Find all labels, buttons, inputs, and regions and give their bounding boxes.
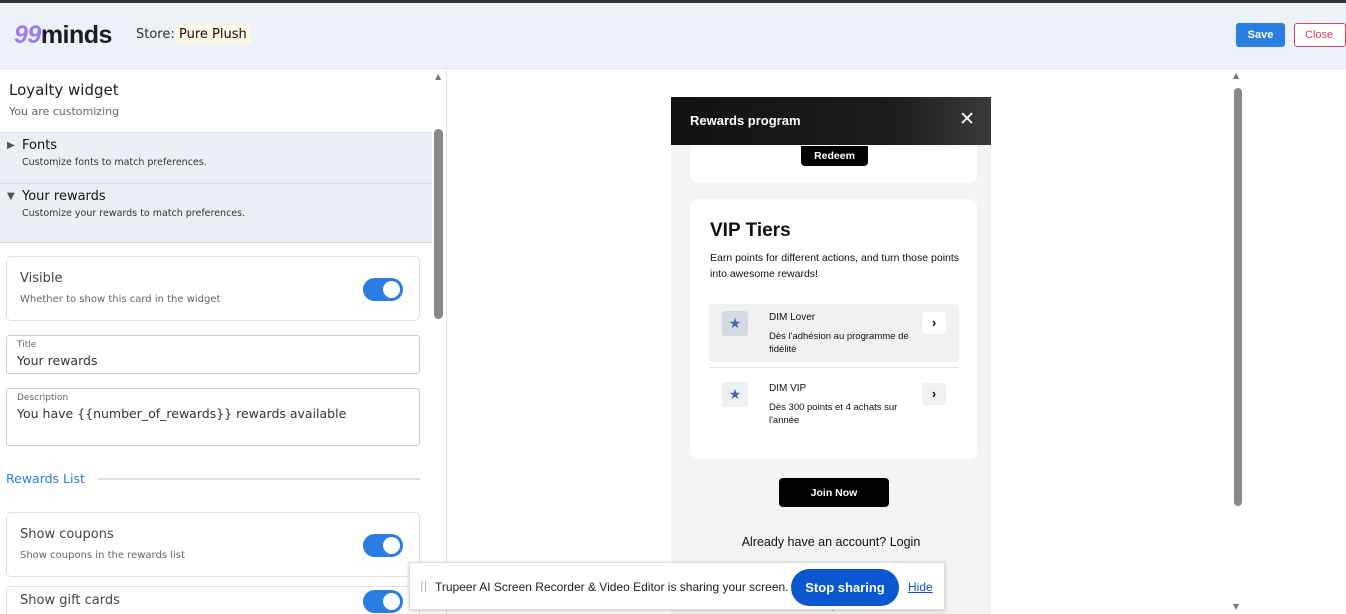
logo: 99minds <box>14 21 112 50</box>
section-title: Fonts <box>22 138 58 153</box>
panel-title: Loyalty widget <box>9 81 119 99</box>
logo-mark: 99 <box>14 21 41 49</box>
description-field-label: Description <box>17 393 69 403</box>
scroll-up-arrow[interactable]: ▲ <box>1233 72 1239 80</box>
title-field-value[interactable]: Your rewards <box>17 353 97 368</box>
store-name: Pure Plush <box>175 25 251 44</box>
close-icon[interactable]: ✕ <box>959 108 975 130</box>
vip-title: VIP Tiers <box>710 220 791 241</box>
app-header: 99minds Store: Pure Plush Save Close <box>0 3 1346 69</box>
login-link[interactable]: Already have an account? Login <box>671 535 991 549</box>
visible-label: Visible <box>20 271 63 286</box>
tier-name: DIM VIP <box>769 383 807 394</box>
left-scrollbar[interactable] <box>434 129 443 319</box>
scroll-down-arrow[interactable]: ▼ <box>1233 603 1239 611</box>
show-gift-cards-toggle[interactable] <box>363 590 403 613</box>
chevron-right-icon[interactable]: › <box>922 312 946 334</box>
section-your-rewards[interactable]: ▼ Your rewards Customize your rewards to… <box>0 183 432 243</box>
show-coupons-card: Show coupons Show coupons in the rewards… <box>6 512 420 577</box>
vip-desc: Earn points for different actions, and t… <box>710 252 960 280</box>
widget-title: Rewards program <box>690 113 801 128</box>
close-button[interactable]: Close <box>1294 23 1346 47</box>
widget-header: Rewards program ✕ <box>671 97 991 145</box>
screen-share-bar: || Trupeer AI Screen Recorder & Video Ed… <box>409 562 945 610</box>
show-coupons-desc: Show coupons in the rewards list <box>20 550 185 561</box>
star-icon: ★ <box>722 311 748 336</box>
description-field-value[interactable]: You have {{number_of_rewards}} rewards a… <box>17 406 346 421</box>
title-field[interactable]: Title Your rewards <box>6 335 420 374</box>
hide-link[interactable]: Hide <box>908 580 933 594</box>
widget-preview: Rewards program ✕ Redeem VIP Tiers Earn … <box>671 97 991 614</box>
visible-card: Visible Whether to show this card in the… <box>6 256 420 321</box>
tier-name: DIM Lover <box>769 312 816 323</box>
title-field-label: Title <box>17 340 37 350</box>
show-coupons-label: Show coupons <box>20 527 114 542</box>
settings-panel: Loyalty widget You are customizing ▶ Fon… <box>0 69 447 614</box>
section-title: Your rewards <box>22 189 106 204</box>
description-field[interactable]: Description You have {{number_of_rewards… <box>6 388 420 446</box>
chevron-right-icon[interactable]: › <box>922 383 946 405</box>
visible-toggle[interactable] <box>363 278 403 301</box>
join-now-button[interactable]: Join Now <box>779 478 889 507</box>
show-gift-cards-card: Show gift cards <box>6 586 420 614</box>
show-coupons-toggle[interactable] <box>363 534 403 557</box>
preview-scrollbar[interactable] <box>1234 88 1242 506</box>
tier-desc: Dès 300 points et 4 achats sur l'année <box>769 402 898 426</box>
store-label: Store: <box>136 27 175 42</box>
drag-handle-icon[interactable]: || <box>420 579 427 592</box>
tier-item[interactable]: ★ DIM VIP Dès 300 points et 4 achats sur… <box>709 375 959 433</box>
stop-sharing-button[interactable]: Stop sharing <box>791 569 899 606</box>
visible-desc: Whether to show this card in the widget <box>20 294 221 305</box>
show-gift-cards-label: Show gift cards <box>20 593 120 608</box>
panel-subtitle: You are customizing <box>9 105 120 118</box>
caret-down-icon: ▼ <box>7 191 15 202</box>
share-message: Trupeer AI Screen Recorder & Video Edito… <box>435 580 789 594</box>
tier-item[interactable]: ★ DIM Lover Dès l'adhésion au programme … <box>709 304 959 362</box>
save-button[interactable]: Save <box>1236 23 1285 47</box>
vip-tiers-card: VIP Tiers Earn points for different acti… <box>690 199 977 459</box>
tier-desc: Dès l'adhésion au programme de fidélité <box>769 331 909 355</box>
redeem-button[interactable]: Redeem <box>801 146 868 166</box>
star-icon: ★ <box>722 382 748 407</box>
logo-text: minds <box>40 21 113 49</box>
section-desc: Customize fonts to match preferences. <box>22 157 207 168</box>
divider <box>709 367 959 368</box>
scroll-up-arrow[interactable]: ▲ <box>435 73 441 81</box>
section-desc: Customize your rewards to match preferen… <box>22 208 246 219</box>
divider <box>98 478 420 480</box>
caret-right-icon: ▶ <box>7 140 15 151</box>
rewards-list-heading: Rewards List <box>6 471 85 486</box>
